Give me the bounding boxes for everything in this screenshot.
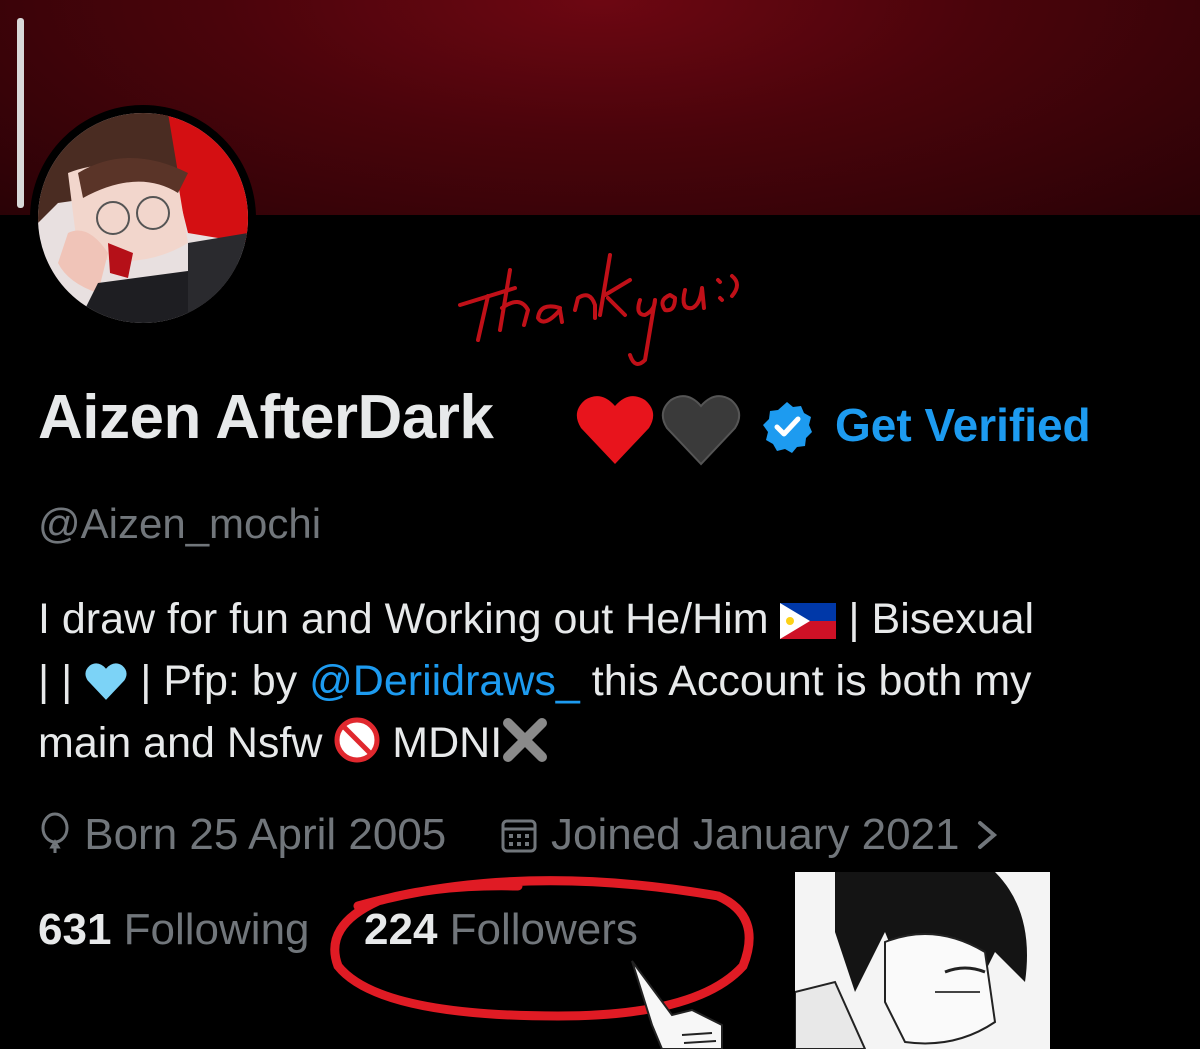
joined-date: Joined January 2021 [550, 810, 960, 859]
anime-character-sticker [795, 872, 1050, 1049]
display-name: Aizen AfterDark [38, 383, 494, 452]
user-handle: @Aizen_mochi [38, 500, 322, 547]
bio-text-4: | Pfp: by [128, 657, 310, 705]
red-heart-icon [576, 396, 654, 464]
bio-text-1: I draw for fun and Working out He/Him [38, 595, 769, 643]
handwritten-thank-you [458, 253, 739, 366]
birth-date: Born 25 April 2005 [84, 810, 447, 859]
bio-text-6: main and Nsfw [38, 719, 335, 767]
black-heart-icon [661, 395, 741, 466]
scrollbar-thumb[interactable] [17, 18, 24, 208]
following-count: 631 [38, 905, 112, 954]
bio: I draw for fun and Working out He/Him | … [38, 588, 1168, 774]
following-label: Following [123, 905, 310, 954]
profile-meta: Born 25 April 2005 Joined January 2021 [38, 810, 1002, 860]
balloon-icon [41, 812, 69, 853]
bio-text-2: | Bisexual [836, 595, 1035, 643]
philippines-flag-icon [780, 603, 837, 639]
calendar-icon [501, 819, 537, 853]
avatar[interactable] [30, 105, 256, 331]
bio-text-3: | | [38, 657, 73, 705]
name-emoji-hearts [576, 395, 741, 466]
following-link[interactable]: 631 Following [38, 905, 310, 954]
light-blue-heart-icon [85, 663, 127, 700]
bio-text-5: this Account is both my [579, 657, 1032, 705]
pointing-hand-icon [631, 960, 723, 1049]
get-verified-link[interactable]: Get Verified [835, 398, 1091, 452]
mention-link[interactable]: @Deriidraws_ [309, 657, 580, 705]
bio-text-7: MDNI [380, 719, 503, 767]
chevron-right-icon[interactable] [972, 815, 1002, 855]
no-under-18-icon [334, 717, 380, 763]
cross-mark-icon [503, 718, 548, 762]
verified-badge-icon[interactable] [760, 400, 814, 454]
